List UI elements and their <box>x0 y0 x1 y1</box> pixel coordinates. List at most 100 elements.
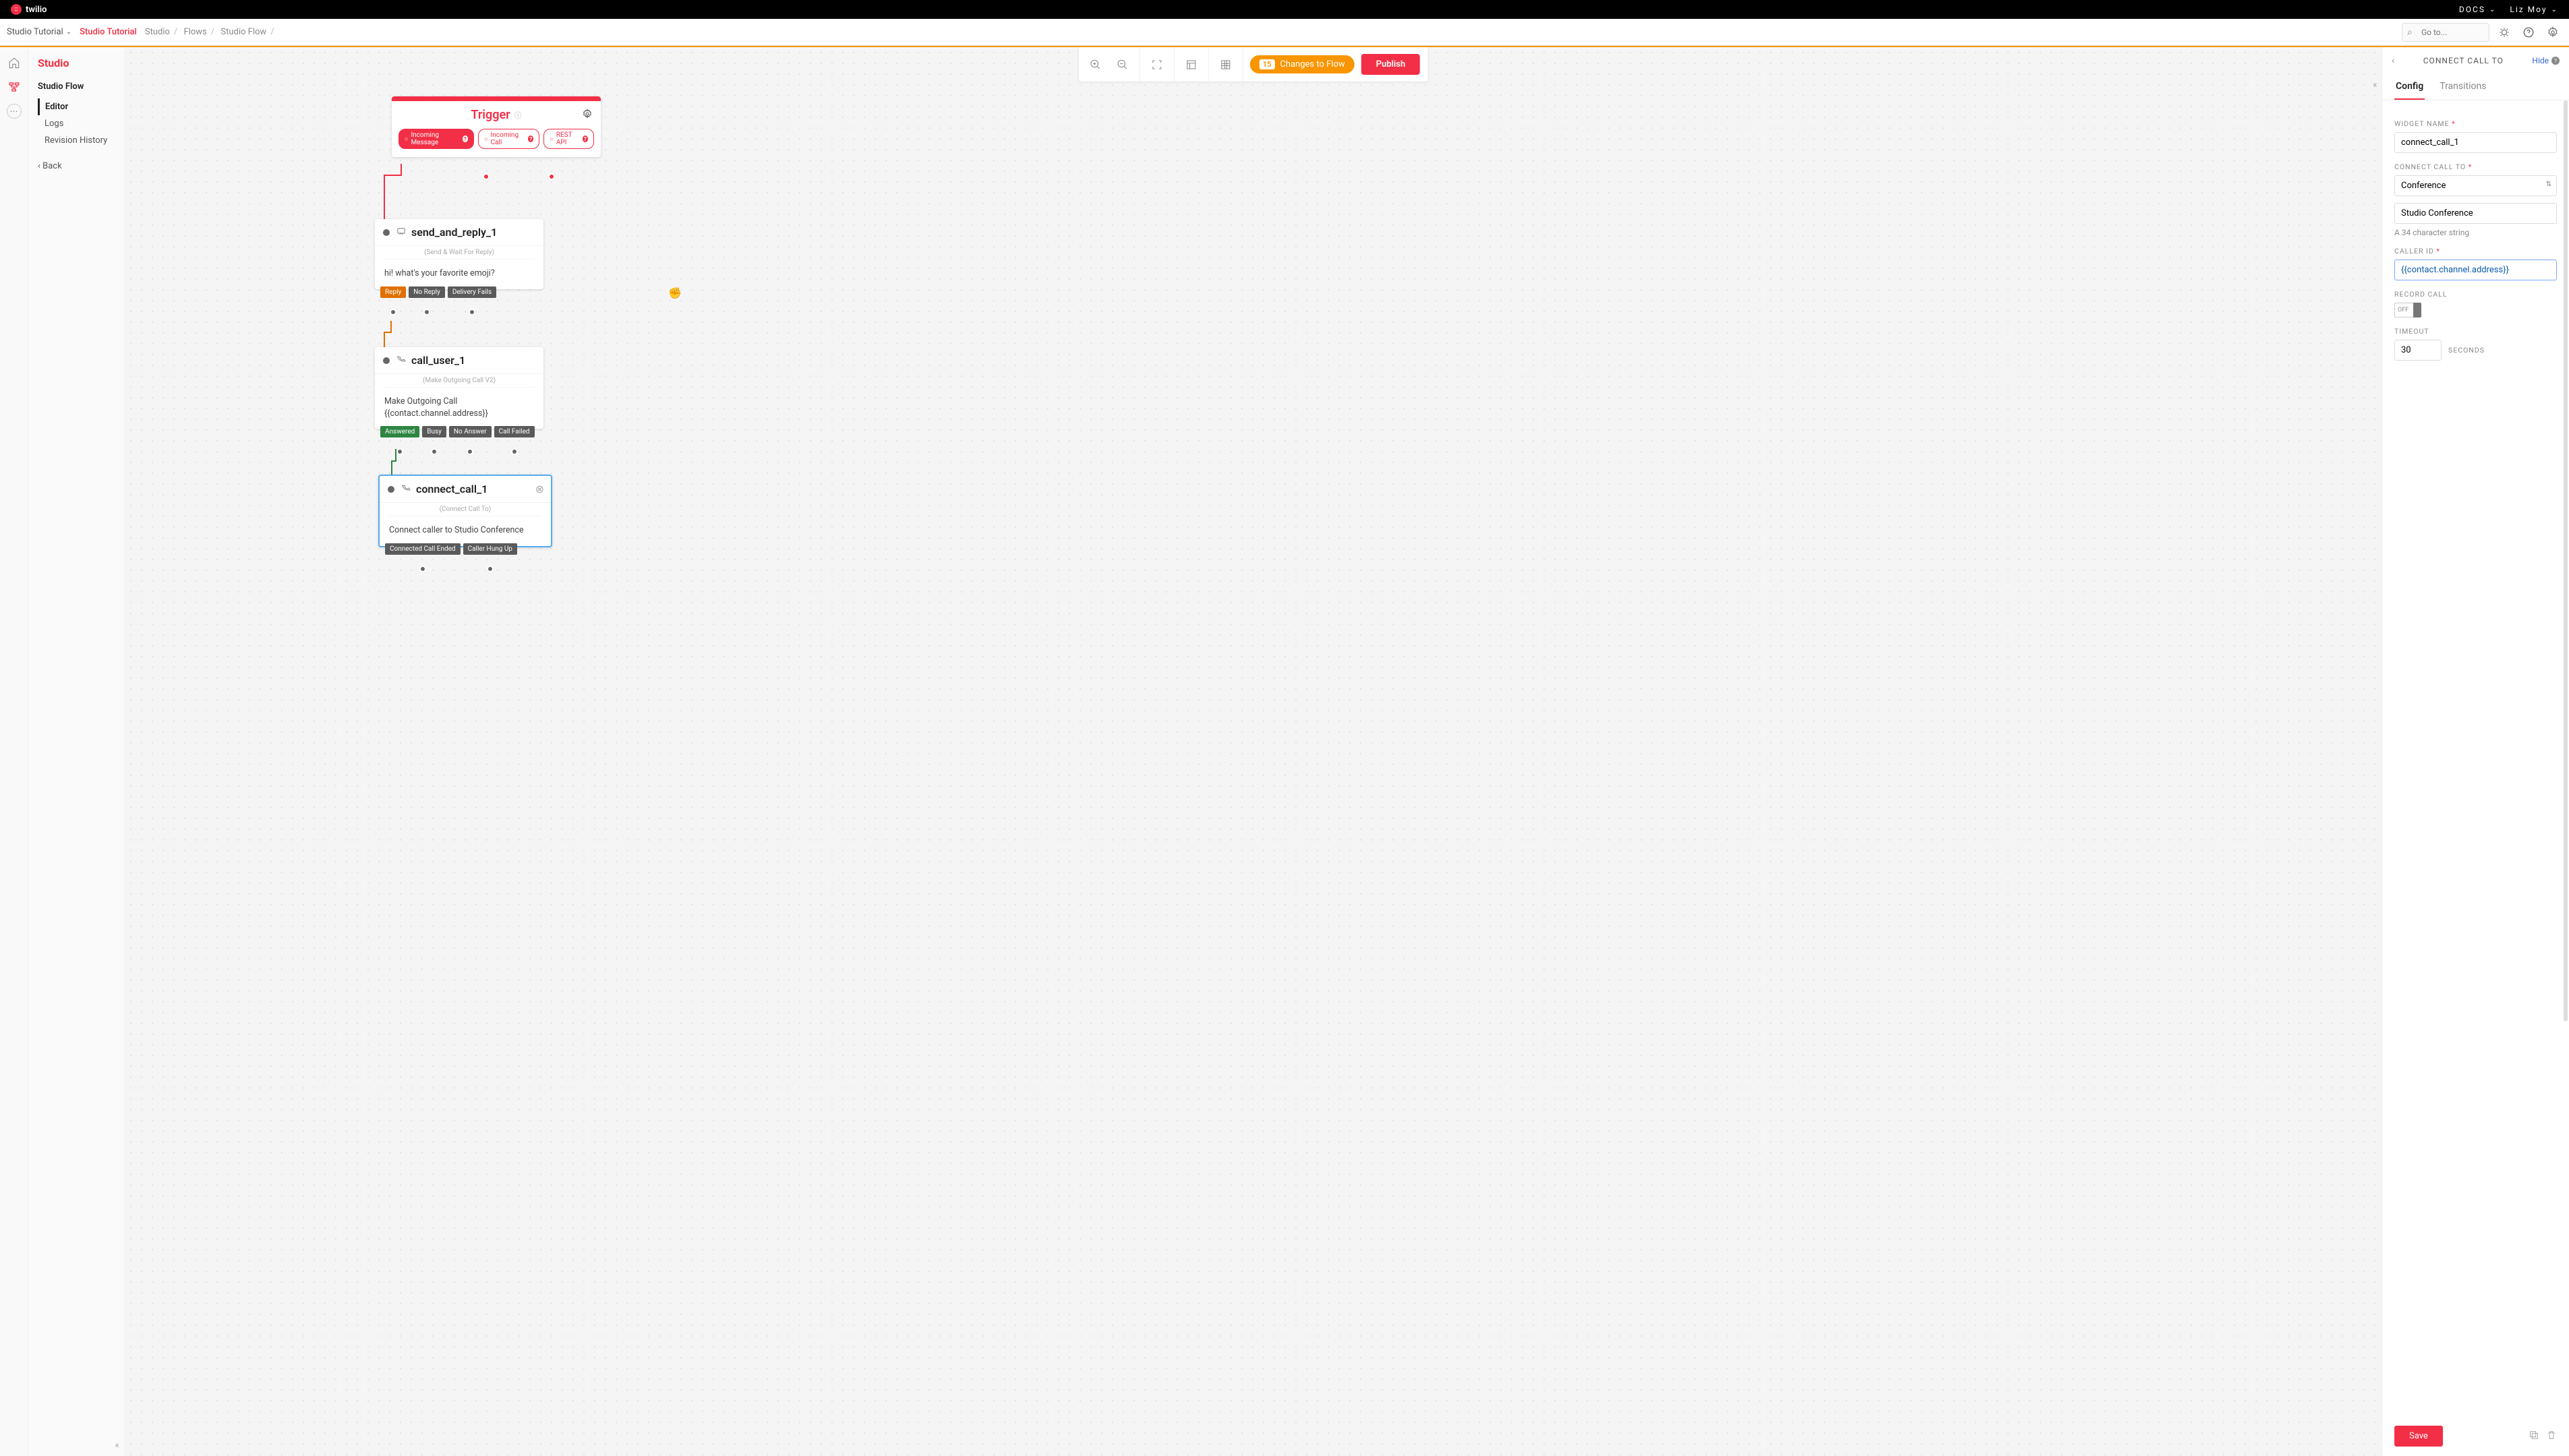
input-port[interactable] <box>383 229 390 236</box>
sidebar-section[interactable]: Studio Flow <box>38 82 118 92</box>
debug-icon[interactable] <box>2495 23 2514 42</box>
out-reply[interactable]: Reply <box>380 286 406 298</box>
canvas[interactable]: 15 Changes to Flow Publish Trigger ⓘ <box>125 47 2382 1456</box>
output-port[interactable] <box>396 448 403 455</box>
sidebar-title[interactable]: Studio <box>38 57 118 69</box>
widget-subtitle: (Make Outgoing Call V2) <box>384 374 534 388</box>
close-icon[interactable]: ⊗ <box>535 483 544 495</box>
gear-icon[interactable] <box>582 109 593 122</box>
app-context[interactable]: Studio Tutorial <box>80 27 137 37</box>
output-port[interactable] <box>390 309 396 315</box>
logo-text: twilio <box>26 5 47 15</box>
trigger-title: Trigger <box>471 108 510 122</box>
studio-icon[interactable] <box>7 80 22 94</box>
changes-badge[interactable]: 15 Changes to Flow <box>1250 55 1355 73</box>
config-panel: « ‹ CONNECT CALL TO Hide? Config Transit… <box>2382 47 2569 1456</box>
call-user-widget[interactable]: call_user_1 (Make Outgoing Call V2) Make… <box>375 347 543 429</box>
label-widget-name: WIDGET NAME * <box>2394 119 2557 128</box>
settings-icon[interactable] <box>2543 23 2562 42</box>
output-port[interactable] <box>467 448 473 455</box>
tab-config[interactable]: Config <box>2394 74 2425 100</box>
trigger-chip-incoming-call[interactable]: ○Incoming Call? <box>478 129 539 149</box>
sidebar-collapse-icon[interactable]: « <box>115 1440 119 1451</box>
app-switcher[interactable]: Studio Tutorial ⌄ <box>7 27 71 37</box>
save-button[interactable]: Save <box>2394 1426 2443 1447</box>
help-icon[interactable] <box>2519 23 2538 42</box>
output-port[interactable] <box>419 566 426 572</box>
breadcrumb-studio-flow[interactable]: Studio Flow <box>220 27 266 37</box>
sidebar-back[interactable]: ‹ Back <box>38 161 118 171</box>
out-answered[interactable]: Answered <box>380 426 419 437</box>
widget-body: hi! what's your favorite emoji? <box>375 260 543 289</box>
input-port[interactable] <box>388 486 394 493</box>
breadcrumb-flows[interactable]: Flows <box>184 27 207 37</box>
send-and-reply-widget[interactable]: send_and_reply_1 (Send & Wait For Reply)… <box>375 219 543 289</box>
label-connect-to: CONNECT CALL TO * <box>2394 162 2557 171</box>
select-connect-to[interactable]: Conference <box>2394 175 2557 196</box>
more-icon[interactable]: ⋯ <box>7 104 22 119</box>
out-call-failed[interactable]: Call Failed <box>494 426 535 437</box>
panel-title: CONNECT CALL TO <box>2394 56 2532 65</box>
grid-icon[interactable] <box>1216 55 1236 75</box>
chevron-down-icon: ⌄ <box>2489 6 2496 13</box>
panel-hide-button[interactable]: Hide? <box>2532 56 2560 65</box>
search-input[interactable] <box>2402 23 2489 42</box>
widget-subtitle: (Connect Call To) <box>389 503 541 516</box>
user-menu[interactable]: Liz Moy ⌄ <box>2510 5 2558 14</box>
widget-title: connect_call_1 <box>416 483 488 495</box>
duplicate-icon[interactable] <box>2529 1430 2539 1443</box>
widget-subtitle: (Send & Wait For Reply) <box>384 246 534 260</box>
panel-collapse-icon[interactable]: « <box>2373 80 2378 90</box>
output-port[interactable] <box>423 309 430 315</box>
input-conference-name[interactable] <box>2394 203 2557 224</box>
label-caller-id: CALLER ID * <box>2394 247 2557 255</box>
docs-menu[interactable]: DOCS ⌄ <box>2459 5 2496 14</box>
changes-label: Changes to Flow <box>1280 59 1345 69</box>
home-icon[interactable] <box>7 55 22 70</box>
widget-title: send_and_reply_1 <box>411 226 497 239</box>
input-widget-name[interactable] <box>2394 132 2557 153</box>
tab-transitions[interactable]: Transitions <box>2438 74 2487 100</box>
chevron-down-icon: ⌄ <box>66 28 71 36</box>
sidebar-item-revision-history[interactable]: Revision History <box>38 132 118 149</box>
out-connected-call-ended[interactable]: Connected Call Ended <box>385 543 461 555</box>
sidebar: Studio Studio Flow Editor Logs Revision … <box>28 47 125 1456</box>
out-caller-hung-up[interactable]: Caller Hung Up <box>463 543 517 555</box>
trash-icon[interactable] <box>2546 1430 2557 1443</box>
input-timeout[interactable] <box>2394 340 2442 361</box>
sidebar-item-editor[interactable]: Editor <box>38 98 118 115</box>
input-port[interactable] <box>383 357 390 364</box>
input-caller-id[interactable] <box>2394 260 2557 280</box>
out-busy[interactable]: Busy <box>422 426 446 437</box>
trigger-chip-rest-api[interactable]: ○REST API? <box>543 129 594 149</box>
trigger-widget[interactable]: Trigger ⓘ ○Incoming Message? ○Incoming C… <box>392 96 601 157</box>
publish-button[interactable]: Publish <box>1361 54 1421 75</box>
trigger-chip-incoming-message[interactable]: ○Incoming Message? <box>398 129 474 149</box>
scrollbar[interactable] <box>2564 100 2568 1021</box>
help-icon[interactable]: ⓘ <box>514 110 522 121</box>
toggle-record-call[interactable]: OFF <box>2394 303 2557 317</box>
zoom-in-icon[interactable] <box>1086 55 1106 75</box>
sidebar-item-logs[interactable]: Logs <box>38 115 118 132</box>
twilio-logo[interactable]: :: twilio <box>11 4 47 15</box>
connect-call-widget[interactable]: connect_call_1 ⊗ (Connect Call To) Conne… <box>378 475 552 547</box>
output-port[interactable] <box>483 173 490 180</box>
out-delivery-fails[interactable]: Delivery Fails <box>448 286 496 298</box>
canvas-toolbar: 15 Changes to Flow Publish <box>1078 47 1429 82</box>
output-port[interactable] <box>487 566 494 572</box>
widget-title: call_user_1 <box>411 354 465 367</box>
layout1-icon[interactable] <box>1181 55 1202 75</box>
output-port[interactable] <box>511 448 518 455</box>
breadcrumb: Studio/ Flows/ Studio Flow/ <box>145 27 278 37</box>
output-port[interactable] <box>548 173 555 180</box>
help-icon: ? <box>2551 57 2560 65</box>
chat-icon <box>396 226 406 239</box>
output-port[interactable] <box>469 309 475 315</box>
zoom-out-icon[interactable] <box>1113 55 1133 75</box>
out-no-reply[interactable]: No Reply <box>409 286 445 298</box>
fit-screen-icon[interactable] <box>1147 55 1167 75</box>
breadcrumb-studio[interactable]: Studio <box>145 27 170 37</box>
output-port[interactable] <box>431 448 438 455</box>
out-no-answer[interactable]: No Answer <box>449 426 492 437</box>
phone-icon <box>401 483 411 495</box>
